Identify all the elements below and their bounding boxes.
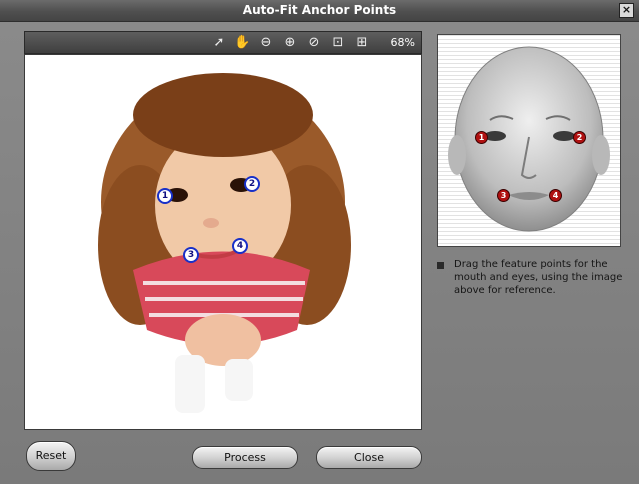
instructions-text: Drag the feature points for the mouth an… (454, 259, 623, 296)
actual-size-icon[interactable]: ⊞ (355, 36, 369, 50)
pointer-tool-icon[interactable]: ➚ (212, 36, 226, 50)
reference-point-4: 4 (549, 189, 562, 202)
reference-face-image (438, 35, 620, 246)
photo-anchor-3[interactable]: 3 (183, 247, 199, 263)
photo-anchor-2[interactable]: 2 (244, 176, 260, 192)
reference-point-3: 3 (497, 189, 510, 202)
no-zoom-icon[interactable]: ⊘ (307, 36, 321, 50)
close-window-icon[interactable]: × (619, 3, 634, 18)
reset-button[interactable]: Reset (26, 441, 76, 471)
fit-to-window-icon[interactable]: ⊡ (331, 36, 345, 50)
title-bar: Auto-Fit Anchor Points × (0, 0, 639, 22)
window-title: Auto-Fit Anchor Points (242, 3, 397, 17)
reference-point-2: 2 (573, 131, 586, 144)
photo-canvas[interactable]: 1 2 3 4 (24, 54, 422, 430)
hand-pan-icon[interactable]: ✋ (234, 36, 250, 50)
zoom-in-icon[interactable]: ⊕ (283, 36, 297, 50)
zoom-level: 68% (390, 36, 415, 49)
photo-anchor-4[interactable]: 4 (232, 238, 248, 254)
photo-anchor-1[interactable]: 1 (157, 188, 173, 204)
child-photo (98, 73, 351, 413)
image-toolbar: ➚ ✋ ⊖ ⊕ ⊘ ⊡ ⊞ 68% (24, 31, 422, 54)
reference-point-1: 1 (475, 131, 488, 144)
close-button[interactable]: Close (316, 446, 422, 469)
process-button[interactable]: Process (192, 446, 298, 469)
zoom-out-icon[interactable]: ⊖ (259, 36, 273, 50)
instruction-bullet (437, 262, 444, 269)
reference-face-panel: 1 2 3 4 (437, 34, 621, 247)
